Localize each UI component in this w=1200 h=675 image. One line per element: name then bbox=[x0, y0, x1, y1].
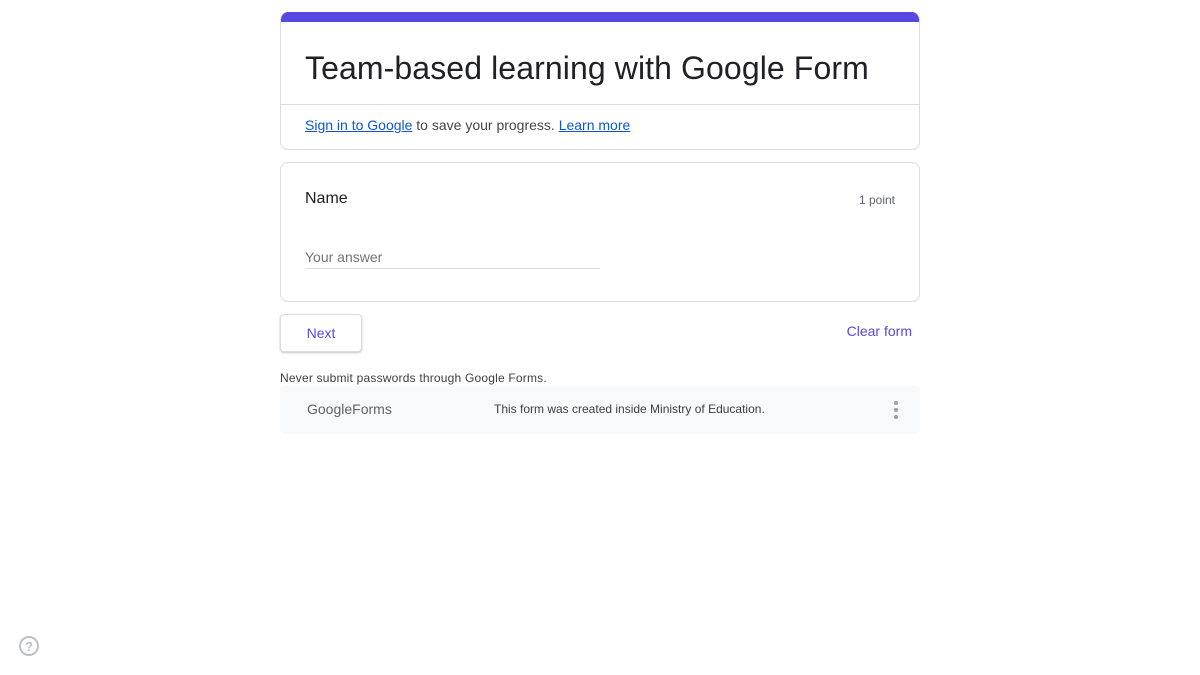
question-points: 1 point bbox=[858, 193, 895, 207]
next-button[interactable]: Next bbox=[280, 314, 362, 352]
learn-more-link[interactable]: Learn more bbox=[559, 117, 631, 133]
signin-text: to save your progress. bbox=[412, 117, 559, 133]
form-container: Team-based learning with Google Form Sig… bbox=[280, 12, 920, 434]
more-vert-icon[interactable] bbox=[888, 400, 904, 420]
form-footer: GoogleForms This form was created inside… bbox=[280, 386, 920, 434]
password-warning: Never submit passwords through Google Fo… bbox=[280, 371, 547, 385]
help-icon[interactable]: ? bbox=[19, 636, 39, 656]
question-card: Name 1 point bbox=[280, 162, 920, 302]
form-title: Team-based learning with Google Form bbox=[305, 50, 869, 86]
accent-bar bbox=[281, 12, 919, 22]
answer-input[interactable] bbox=[305, 245, 600, 269]
google-forms-logo[interactable]: GoogleForms bbox=[307, 401, 392, 417]
form-header-card: Team-based learning with Google Form Sig… bbox=[280, 12, 920, 150]
signin-notice: Sign in to Google to save your progress.… bbox=[281, 105, 919, 149]
footer-org-text: This form was created inside Ministry of… bbox=[494, 402, 765, 416]
form-actions: Next Clear form bbox=[280, 314, 920, 352]
signin-link[interactable]: Sign in to Google bbox=[305, 117, 412, 133]
question-title: Name bbox=[305, 190, 348, 207]
clear-form-button[interactable]: Clear form bbox=[847, 323, 912, 339]
